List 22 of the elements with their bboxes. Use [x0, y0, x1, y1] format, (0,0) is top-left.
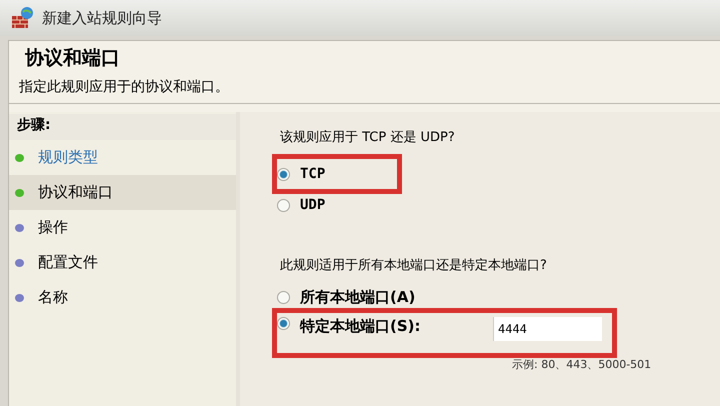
- radio-button[interactable]: [277, 317, 290, 330]
- window-title: 新建入站规则向导: [42, 8, 162, 28]
- step-item[interactable]: 名称: [9, 280, 236, 315]
- radio-button[interactable]: [277, 290, 290, 304]
- radio-button[interactable]: [277, 168, 290, 180]
- option-label: 特定本地端口(S):: [300, 317, 421, 336]
- radio-button[interactable]: [277, 198, 290, 212]
- steps-heading: 步骤:: [9, 114, 236, 140]
- option-label: TCP: [300, 166, 326, 182]
- firewall-icon: [10, 6, 34, 30]
- step-item[interactable]: 配置文件: [9, 245, 236, 280]
- port-input-field[interactable]: 4444: [493, 317, 602, 341]
- step-item[interactable]: 协议和端口: [9, 175, 236, 210]
- page-title: 协议和端口: [25, 46, 121, 71]
- step-item[interactable]: 操作: [9, 210, 236, 245]
- option-label: 所有本地端口(A): [300, 288, 416, 306]
- option-label: UDP: [300, 197, 326, 213]
- page-description: 指定此规则应用于的协议和端口。: [19, 78, 230, 96]
- ports-question: 此规则适用于所有本地端口还是特定本地端口?: [280, 257, 547, 274]
- step-item[interactable]: 规则类型: [9, 140, 236, 175]
- protocol-question: 该规则应用于 TCP 还是 UDP?: [280, 129, 455, 146]
- example-hint: 示例: 80、443、5000-501: [512, 357, 652, 372]
